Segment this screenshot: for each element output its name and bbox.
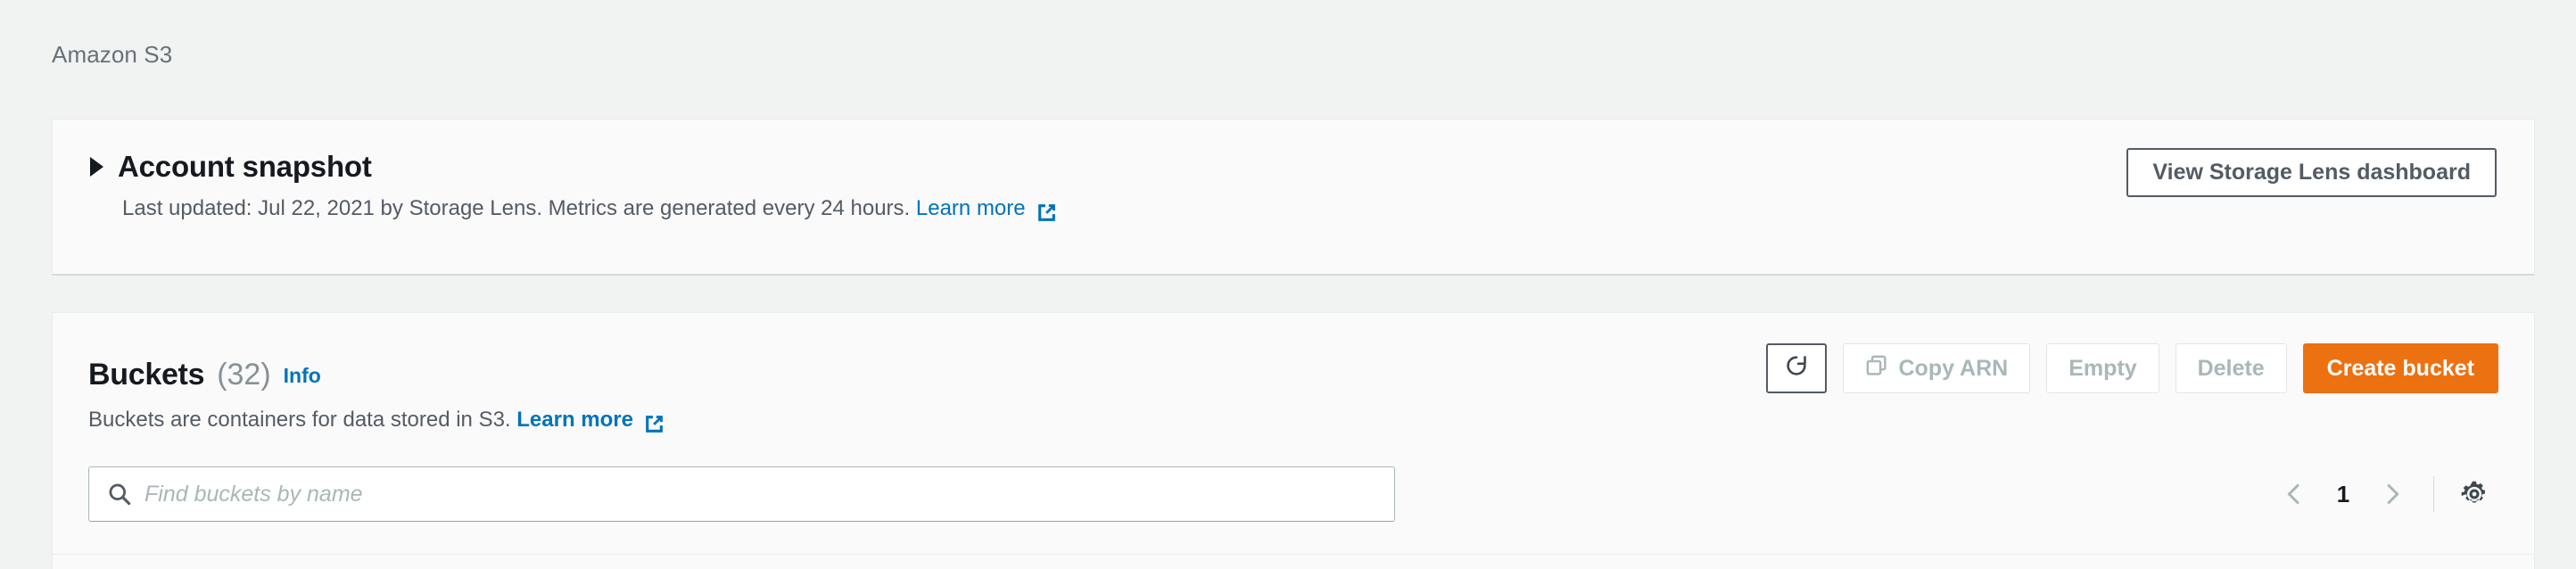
- buckets-header: Buckets (32) Info: [88, 358, 321, 392]
- breadcrumb[interactable]: Amazon S3: [52, 41, 172, 69]
- refresh-button[interactable]: [1766, 343, 1827, 393]
- account-snapshot-title: Account snapshot: [118, 150, 372, 184]
- create-bucket-button[interactable]: Create bucket: [2303, 343, 2498, 393]
- buckets-panel: Buckets (32) Info Buckets are containers…: [52, 312, 2535, 569]
- account-snapshot-subtitle-text: Last updated: Jul 22, 2021 by Storage Le…: [122, 196, 910, 221]
- account-snapshot-header[interactable]: Account snapshot: [90, 150, 372, 184]
- empty-button[interactable]: Empty: [2046, 343, 2159, 393]
- external-link-icon[interactable]: [1036, 202, 1058, 224]
- view-storage-lens-dashboard-button[interactable]: View Storage Lens dashboard: [2126, 148, 2497, 197]
- search-input[interactable]: [144, 482, 1376, 507]
- pagination-page-1[interactable]: 1: [2323, 481, 2364, 508]
- chevron-left-icon[interactable]: [2269, 469, 2319, 519]
- pagination: 1: [2269, 466, 2498, 522]
- account-snapshot-learn-more-link[interactable]: Learn more: [916, 196, 1026, 221]
- chevron-right-icon[interactable]: [2367, 469, 2417, 519]
- copy-icon: [1865, 354, 1888, 383]
- buckets-actions-toolbar: Copy ARN Empty Delete Create bucket: [1766, 343, 2499, 393]
- delete-button[interactable]: Delete: [2176, 343, 2287, 393]
- buckets-description: Buckets are containers for data stored i…: [88, 408, 665, 433]
- s3-console-page: Amazon S3 Account snapshot Last updated:…: [0, 0, 2576, 569]
- triangle-right-icon[interactable]: [90, 157, 103, 177]
- table-header-divider: [53, 554, 2534, 555]
- page-title: Buckets: [88, 358, 204, 392]
- copy-arn-button[interactable]: Copy ARN: [1843, 343, 2031, 393]
- buckets-info-link[interactable]: Info: [284, 364, 321, 388]
- buckets-description-text: Buckets are containers for data stored i…: [88, 408, 511, 433]
- search-icon: [107, 482, 132, 507]
- copy-arn-label: Copy ARN: [1899, 356, 2009, 382]
- account-snapshot-panel: Account snapshot Last updated: Jul 22, 2…: [52, 119, 2535, 276]
- buckets-count: (32): [217, 358, 270, 392]
- gear-icon[interactable]: [2450, 470, 2498, 518]
- buckets-learn-more-link[interactable]: Learn more: [516, 408, 633, 433]
- search-bucket-field[interactable]: [88, 466, 1395, 522]
- external-link-icon[interactable]: [643, 413, 665, 435]
- refresh-icon: [1783, 352, 1810, 385]
- account-snapshot-subtitle: Last updated: Jul 22, 2021 by Storage Le…: [122, 196, 1058, 221]
- pagination-divider: [2433, 476, 2434, 512]
